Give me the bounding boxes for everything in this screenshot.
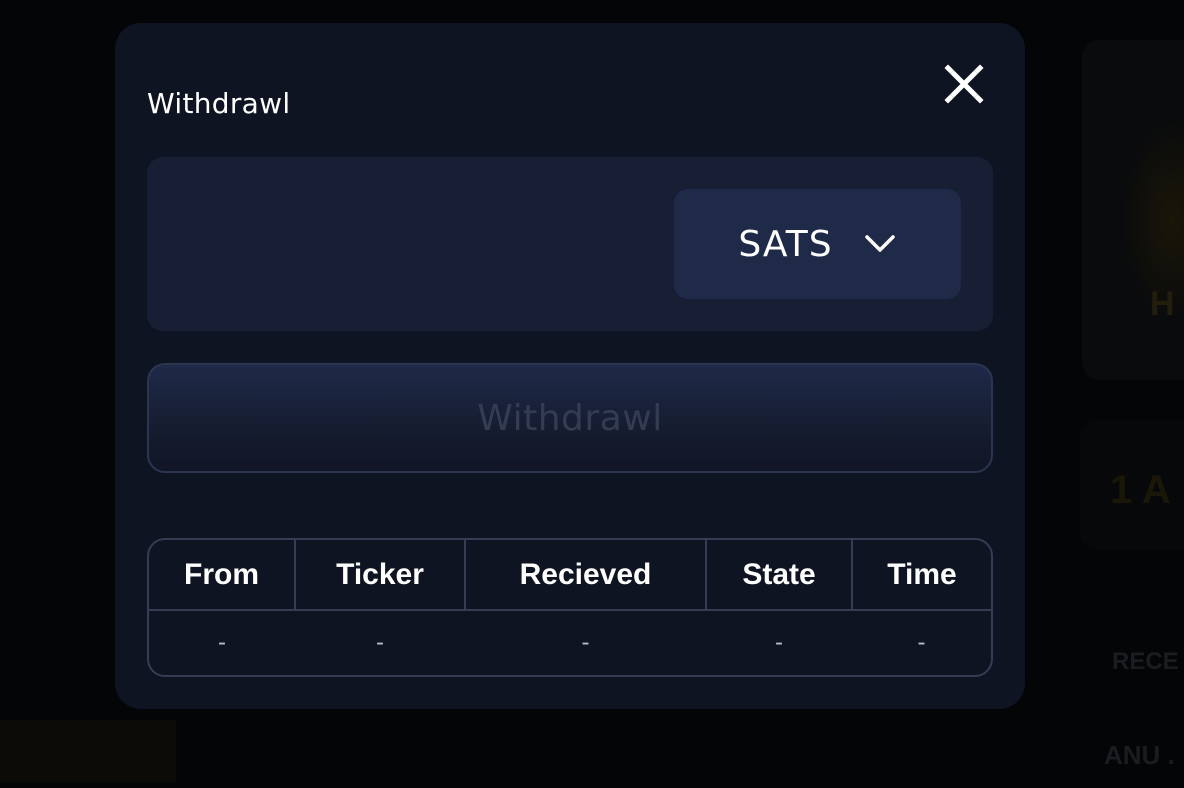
column-header-state: State [706,540,853,611]
table-cell-state: - [775,629,783,656]
table-cell-from: - [218,629,226,656]
column-header-recieved: Recieved [465,540,707,611]
withdraw-button-label: Withdrawl [477,397,663,439]
currency-select[interactable]: SATS [674,189,961,299]
modal-title: Withdrawl [147,87,291,120]
amount-input[interactable] [167,197,651,289]
chevron-down-icon [864,235,895,252]
amount-panel: SATS [147,157,993,331]
background-text: RECE [1112,648,1179,675]
close-button[interactable] [943,63,985,105]
background-strip [0,720,176,782]
background-text: H [1150,285,1175,323]
table-row: - - - - - [149,610,991,675]
withdraw-button[interactable]: Withdrawl [147,363,993,473]
close-icon [944,64,984,104]
table-header-row: From Ticker Recieved State Time [149,540,991,611]
withdraw-history-table: From Ticker Recieved State Time - - - - … [147,538,993,677]
table-cell-recieved: - [581,629,590,656]
background-text: ANU . [1104,740,1175,770]
withdraw-modal: Withdrawl SATS Withdrawl From Ticker Rec… [115,23,1025,709]
table-cell-time: - [917,629,926,656]
background-text: 1 A [1110,468,1171,512]
column-header-time: Time [852,540,991,611]
currency-selected-label: SATS [738,223,833,265]
table-cell-ticker: - [376,629,384,656]
background-card [1082,40,1184,380]
column-header-ticker: Ticker [295,540,466,611]
column-header-from: From [149,540,296,611]
